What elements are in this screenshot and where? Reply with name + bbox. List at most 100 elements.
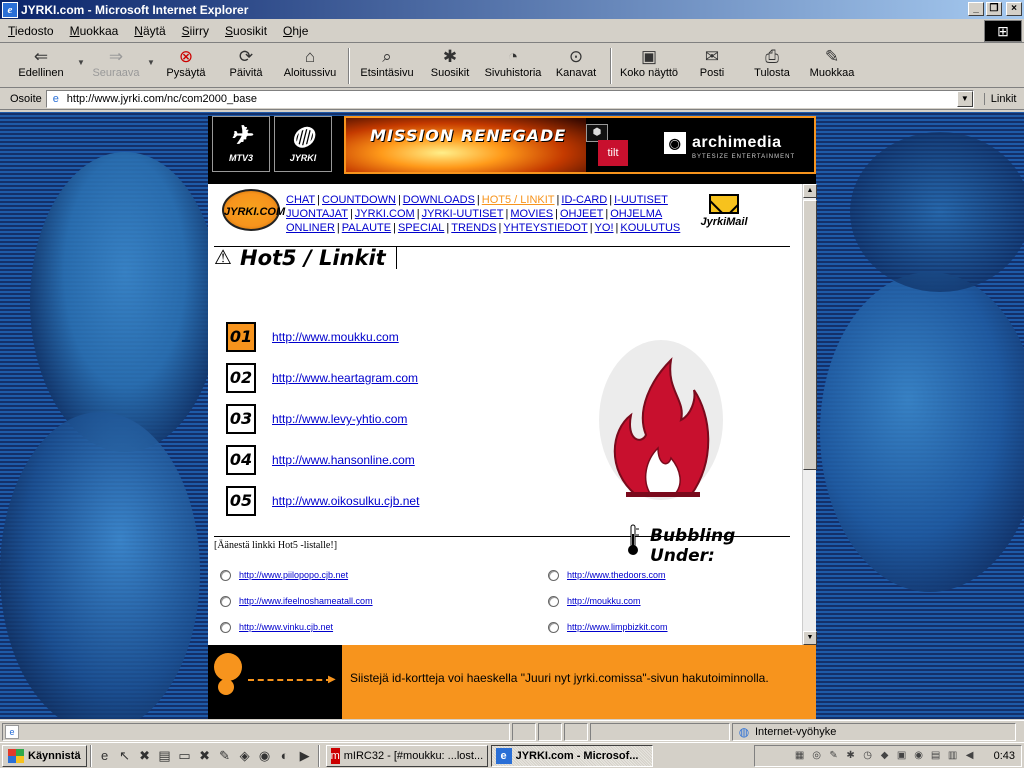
jyrkimail-link[interactable]: JyrkiMail [694,194,754,228]
tray-icon[interactable]: ◷ [861,749,875,763]
nav-link-jyrki-uutiset[interactable]: JYRKI-UUTISET [422,208,504,220]
forward-button[interactable]: ⇒ Seuraava [86,44,146,86]
app-quicklaunch-icon[interactable]: ◐ [275,746,295,766]
nav-link-onliner[interactable]: ONLINER [286,222,335,234]
arrow-quicklaunch-icon[interactable]: ↖ [115,746,135,766]
nav-link-ohjelma[interactable]: OHJELMA [610,208,662,220]
mail-button[interactable]: ✉ Posti [682,44,742,86]
mtv3-logo[interactable]: ✈ MTV3 [212,116,270,172]
fullscreen-button[interactable]: ▣ Koko näyttö [616,44,682,86]
bubbling-link[interactable]: http://www.piilopopo.cjb.net [239,570,348,580]
bubbling-link[interactable]: http://moukku.com [567,596,641,606]
jyrki-globe-logo[interactable]: ◍ JYRKI [274,116,332,172]
print-button[interactable]: ⎙ Tulosta [742,44,802,86]
app-quicklaunch-icon[interactable]: ✖ [135,746,155,766]
menu-edit[interactable]: Muokkaa [62,24,127,38]
folder-quicklaunch-icon[interactable]: ▭ [175,746,195,766]
tray-icon[interactable]: ▥ [946,749,960,763]
app-quicklaunch-icon[interactable]: ✖ [195,746,215,766]
volume-icon[interactable]: ◀ [963,749,977,763]
nav-link-jyrki-com[interactable]: JYRKI.COM [355,208,415,220]
back-dropdown-icon[interactable]: ▼ [76,58,86,67]
tray-icon[interactable]: ◉ [912,749,926,763]
vote-link[interactable]: [Äänestä linkki Hot5 -listalle!] [214,540,337,551]
media-quicklaunch-icon[interactable]: ▶ [295,746,315,766]
nav-link-juontajat[interactable]: JUONTAJAT [286,208,348,220]
hot5-link[interactable]: http://www.levy-yhtio.com [272,412,407,426]
bubbling-link[interactable]: http://www.ifeelnoshameatall.com [239,596,373,606]
vote-radio[interactable] [220,621,231,633]
nav-link-yhteystiedot[interactable]: YHTEYSTIEDOT [503,222,587,234]
nav-link-i-uutiset[interactable]: I-UUTISET [614,194,668,206]
vote-radio[interactable] [548,595,559,607]
ie-quicklaunch-icon[interactable]: e [95,746,115,766]
nav-link-yo[interactable]: YO! [595,222,614,234]
refresh-button[interactable]: ⟳ Päivitä [216,44,276,86]
edit-button[interactable]: ✎ Muokkaa [802,44,862,86]
history-button[interactable]: ◔ Sivuhistoria [480,44,546,86]
nav-link-koulutus[interactable]: KOULUTUS [620,222,680,234]
tray-icon[interactable]: ◆ [878,749,892,763]
nav-link-id-card[interactable]: ID-CARD [561,194,607,206]
menu-file[interactable]: Tiedosto [0,24,62,38]
nav-link-ohjeet[interactable]: OHJEET [560,208,603,220]
menu-go[interactable]: Siirry [174,24,217,38]
nav-link-downloads[interactable]: DOWNLOADS [403,194,475,206]
bubbling-link[interactable]: http://www.thedoors.com [567,570,666,580]
task-mirc[interactable]: m mIRC32 - [#moukku: ...lost... [325,744,488,767]
content-scrollbar[interactable]: ▲ ▼ [802,184,817,645]
clock[interactable]: 0:43 [994,750,1015,762]
maximize-button[interactable]: ❐ [986,2,1002,16]
promo-text[interactable]: Siistejä id-kortteja voi haeskella "Juur… [342,645,816,719]
nav-link-movies[interactable]: MOVIES [510,208,553,220]
app-quicklaunch-icon[interactable]: ◈ [235,746,255,766]
nav-link-chat[interactable]: CHAT [286,194,315,206]
bubbling-link[interactable]: http://www.limpbizkit.com [567,622,668,632]
address-url[interactable]: http://www.jyrki.com/nc/com2000_base [67,93,257,105]
links-button[interactable]: Linkit [983,92,1016,105]
tray-icon[interactable]: ▣ [895,749,909,763]
menu-help[interactable]: Ohje [275,24,316,38]
document-quicklaunch-icon[interactable]: ▤ [155,746,175,766]
nav-link-hot5-linkit[interactable]: HOT5 / LINKIT [482,194,555,206]
nav-link-trends[interactable]: TRENDS [451,222,496,234]
home-button[interactable]: ⌂ Aloitussivu [276,44,344,86]
bubbling-link[interactable]: http://www.vinku.cjb.net [239,622,333,632]
hot5-link[interactable]: http://www.heartagram.com [272,371,418,385]
start-button[interactable]: Käynnistä [2,744,87,767]
tray-icon[interactable]: ▤ [929,749,943,763]
hot5-link[interactable]: http://www.moukku.com [272,330,399,344]
nav-link-countdown[interactable]: COUNTDOWN [322,194,396,206]
tray-icon[interactable]: ▦ [793,749,807,763]
ad-banner[interactable]: MISSION RENEGADE ⬢ tilt ◉ archimedia BYTE… [344,116,816,174]
vote-radio[interactable] [548,569,559,581]
tray-icon[interactable]: ✎ [827,749,841,763]
menu-favorites[interactable]: Suosikit [217,24,275,38]
app-quicklaunch-icon[interactable]: ◉ [255,746,275,766]
scroll-down-icon[interactable]: ▼ [803,631,817,645]
hot5-link[interactable]: http://www.hansonline.com [272,453,415,467]
pencil-quicklaunch-icon[interactable]: ✎ [215,746,235,766]
title-bar[interactable]: e JYRKI.com - Microsoft Internet Explore… [0,0,1024,19]
search-button[interactable]: ⌕ Etsintäsivu [354,44,420,86]
scroll-up-icon[interactable]: ▲ [803,184,817,198]
favorites-button[interactable]: ✱ Suosikit [420,44,480,86]
stop-button[interactable]: ⊗ Pysäytä [156,44,216,86]
task-ie[interactable]: e JYRKI.com - Microsof... [490,744,653,767]
hot5-link[interactable]: http://www.oikosulku.cjb.net [272,494,419,508]
nav-link-palaute[interactable]: PALAUTE [342,222,391,234]
minimize-button[interactable]: _ [968,2,984,16]
vote-radio[interactable] [548,621,559,633]
menu-view[interactable]: Näytä [126,24,173,38]
vote-radio[interactable] [220,595,231,607]
jyrki-com-logo[interactable]: JYRKI.COM [222,189,285,231]
tray-icon[interactable]: ✱ [844,749,858,763]
address-dropdown-icon[interactable]: ▼ [956,90,973,107]
vote-radio[interactable] [220,569,231,581]
tray-icon[interactable]: ◎ [810,749,824,763]
scroll-thumb[interactable] [803,200,817,470]
close-button[interactable]: × [1006,2,1022,16]
back-button[interactable]: ⇐ Edellinen [6,44,76,86]
forward-dropdown-icon[interactable]: ▼ [146,58,156,67]
nav-link-special[interactable]: SPECIAL [398,222,444,234]
